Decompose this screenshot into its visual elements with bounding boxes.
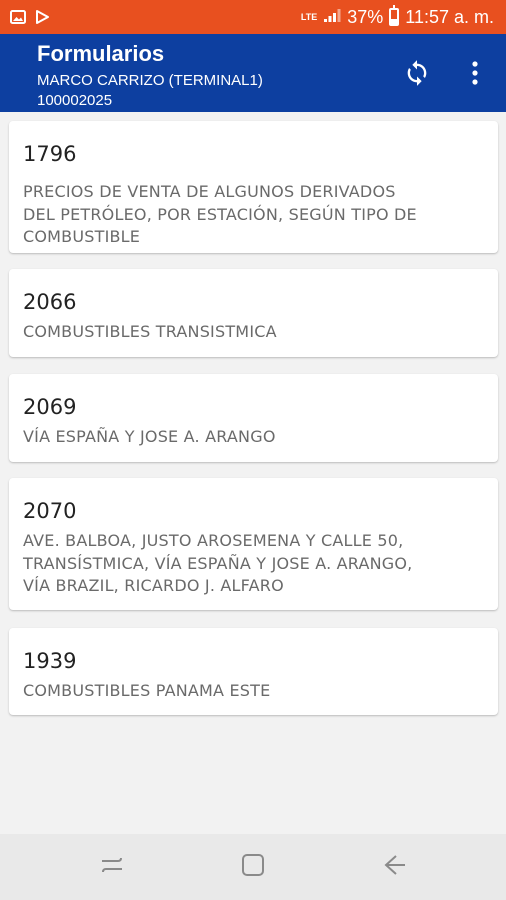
form-card[interactable]: 1796 PRECIOS DE VENTA DE ALGUNOS DERIVAD… (9, 121, 498, 253)
form-code: 1796 (23, 142, 77, 166)
lte-icon: LTE (300, 11, 318, 22)
form-code: 2069 (23, 395, 77, 419)
form-description-line: COMBUSTIBLE (23, 227, 141, 246)
form-description-line: TRANSÍSTMICA, VÍA ESPAÑA Y JOSE A. ARANG… (23, 553, 413, 573)
clock: 11:57 a. m. (405, 6, 494, 27)
overflow-menu-button[interactable] (460, 56, 490, 94)
form-code: 2070 (23, 499, 77, 523)
form-description-line: VÍA BRAZIL, RICARDO J. ALFARO (23, 576, 284, 595)
sync-icon (403, 59, 431, 92)
form-description: VÍA ESPAÑA Y JOSE A. ARANGO (23, 426, 480, 449)
status-system: LTE 37% 11:57 a. m. (300, 5, 494, 28)
user-terminal-label: MARCO CARRIZO (TERMINAL1) (37, 72, 263, 89)
home-button[interactable] (233, 852, 273, 882)
play-store-icon (34, 9, 50, 25)
signal-icon (323, 7, 341, 28)
form-card[interactable]: 2069 VÍA ESPAÑA Y JOSE A. ARANGO (9, 374, 498, 462)
back-icon (383, 854, 407, 881)
form-description: COMBUSTIBLES TRANSISTMICA (23, 321, 480, 344)
form-card[interactable]: 2066 COMBUSTIBLES TRANSISTMICA (9, 269, 498, 357)
user-id-label: 100002025 (37, 92, 113, 109)
form-description: COMBUSTIBLES PANAMA ESTE (23, 680, 480, 703)
form-description-line: COMBUSTIBLES PANAMA ESTE (23, 681, 271, 700)
recent-apps-icon (99, 854, 125, 881)
battery-percent: 37% (347, 6, 384, 27)
form-card[interactable]: 1939 COMBUSTIBLES PANAMA ESTE (9, 628, 498, 715)
form-description: AVE. BALBOA, JUSTO AROSEMENA Y CALLE 50,… (23, 530, 480, 598)
form-description-line: COMBUSTIBLES TRANSISTMICA (23, 322, 277, 341)
status-bar: LTE 37% 11:57 a. m. (0, 0, 506, 34)
recent-apps-button[interactable] (92, 852, 132, 882)
sync-button[interactable] (398, 56, 436, 94)
status-notifications (10, 9, 50, 25)
back-button[interactable] (375, 852, 415, 882)
form-code: 1939 (23, 649, 77, 673)
form-description-line: DEL PETRÓLEO, POR ESTACIÓN, SEGÚN TIPO D… (23, 204, 417, 224)
form-card[interactable]: 2070 AVE. BALBOA, JUSTO AROSEMENA Y CALL… (9, 478, 498, 610)
home-icon (241, 853, 265, 882)
app-bar: Formularios MARCO CARRIZO (TERMINAL1) 10… (0, 34, 506, 112)
more-vert-icon (471, 60, 479, 91)
form-description: PRECIOS DE VENTA DE ALGUNOS DERIVADOS DE… (23, 181, 480, 249)
battery-icon (389, 5, 400, 26)
form-description-line: AVE. BALBOA, JUSTO AROSEMENA Y CALLE 50, (23, 531, 404, 550)
page-title: Formularios (37, 41, 165, 66)
gallery-icon (10, 9, 26, 25)
form-description-line: PRECIOS DE VENTA DE ALGUNOS DERIVADOS (23, 182, 396, 201)
form-code: 2066 (23, 290, 77, 314)
form-description-line: VÍA ESPAÑA Y JOSE A. ARANGO (23, 427, 276, 446)
system-nav-bar (0, 834, 506, 900)
